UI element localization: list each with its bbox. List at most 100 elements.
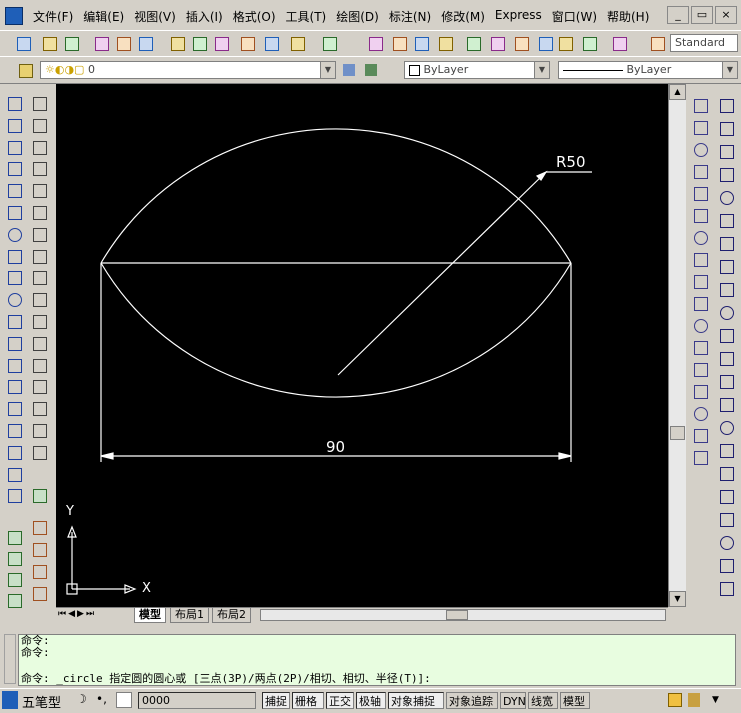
snap-endpoint-icon[interactable] xyxy=(691,140,709,158)
status-toggle-button[interactable]: 线宽 xyxy=(528,692,558,709)
snap-tangent-icon[interactable] xyxy=(691,294,709,312)
tolerance-icon[interactable] xyxy=(717,372,735,390)
dim-angular-icon[interactable] xyxy=(717,257,735,275)
command-window[interactable]: 命令: 命令: 命令: _circle 指定圆的圆心或 [三点(3P)/两点(2… xyxy=(18,634,736,686)
zoom-window-icon[interactable] xyxy=(412,34,430,52)
array-icon[interactable] xyxy=(30,181,48,199)
tab-navigation-arrows-icon[interactable]: ⏮◀▶⏭ xyxy=(58,609,96,619)
menu-item[interactable]: Express xyxy=(490,8,547,25)
gradient-icon[interactable] xyxy=(5,421,23,439)
region-icon[interactable] xyxy=(5,443,23,461)
snap-apparent-intersection-icon[interactable] xyxy=(691,206,709,224)
text-above-icon[interactable] xyxy=(5,591,23,609)
snap-midpoint-icon[interactable] xyxy=(691,162,709,180)
properties-icon[interactable] xyxy=(464,34,482,52)
rectangle-icon[interactable] xyxy=(5,181,23,199)
redo-icon[interactable] xyxy=(320,34,338,52)
scroll-up-arrow-icon[interactable]: ▲ xyxy=(669,84,686,100)
ime-moon-icon[interactable]: ☽ xyxy=(76,692,87,706)
status-toggle-button[interactable]: 对象追踪 xyxy=(446,692,498,709)
erase-icon[interactable] xyxy=(30,94,48,112)
menu-item[interactable]: 工具(T) xyxy=(281,8,332,25)
spline-icon[interactable] xyxy=(5,268,23,286)
mirror-icon[interactable] xyxy=(30,138,48,156)
menu-item[interactable]: 标注(N) xyxy=(384,8,436,25)
color-combo[interactable]: ByLayer ▼ xyxy=(404,61,550,79)
menu-item[interactable]: 文件(F) xyxy=(28,8,78,25)
linetype-combo[interactable]: ByLayer ▼ xyxy=(558,61,738,79)
autocad-app-icon[interactable] xyxy=(5,7,23,25)
dim-ordinate-icon[interactable] xyxy=(717,165,735,183)
status-menu-arrow-icon[interactable]: ▼ xyxy=(712,695,719,705)
dim-aligned-icon[interactable] xyxy=(717,119,735,137)
close-button[interactable]: × xyxy=(715,6,737,24)
center-mark-icon[interactable] xyxy=(717,395,735,413)
snap-extension-icon[interactable] xyxy=(691,228,709,246)
dim-text-edit-icon[interactable] xyxy=(717,441,735,459)
copy-icon[interactable] xyxy=(190,34,208,52)
fillet-icon[interactable] xyxy=(30,421,48,439)
insert-block-icon[interactable] xyxy=(5,334,23,352)
scale-icon[interactable] xyxy=(30,247,48,265)
text-style-combo[interactable]: Standard xyxy=(670,34,738,52)
match-properties-icon[interactable] xyxy=(238,34,256,52)
dim-text-icon[interactable] xyxy=(717,533,735,551)
point-icon[interactable] xyxy=(5,377,23,395)
hatch-icon[interactable] xyxy=(5,399,23,417)
snap-intersection-icon[interactable] xyxy=(691,184,709,202)
pan-icon[interactable] xyxy=(366,34,384,52)
sheet-set-icon[interactable] xyxy=(536,34,554,52)
draw-order-icon[interactable] xyxy=(5,528,23,546)
status-toggle-button[interactable]: 模型 xyxy=(560,692,590,709)
dim-style-control-icon[interactable] xyxy=(717,510,735,528)
menu-item[interactable]: 帮助(H) xyxy=(602,8,654,25)
layer-manager-icon[interactable] xyxy=(16,61,34,79)
design-center-icon[interactable] xyxy=(488,34,506,52)
break-at-point-icon[interactable] xyxy=(30,334,48,352)
ime-keyboard-icon[interactable] xyxy=(116,692,132,708)
dim-more-icon[interactable] xyxy=(717,579,735,597)
match-icon[interactable] xyxy=(30,584,48,602)
paste-icon[interactable] xyxy=(212,34,230,52)
snap-perpendicular-icon[interactable] xyxy=(691,316,709,334)
tab-layout1[interactable]: 布局1 xyxy=(170,608,209,623)
publish-icon[interactable] xyxy=(136,34,154,52)
quick-dim-icon[interactable] xyxy=(717,280,735,298)
ellipse-icon[interactable] xyxy=(5,290,23,308)
snap-nearest-icon[interactable] xyxy=(691,404,709,422)
snap-center-icon[interactable] xyxy=(691,250,709,268)
menu-item[interactable]: 绘图(D) xyxy=(331,8,384,25)
snap-from-icon[interactable] xyxy=(691,118,709,136)
layer-states-icon[interactable] xyxy=(30,486,48,504)
status-toggle-button[interactable]: 对象捕捉 xyxy=(388,692,444,709)
dim-radius-icon[interactable] xyxy=(717,188,735,206)
menu-item[interactable]: 插入(I) xyxy=(181,8,228,25)
edit-polyline-icon[interactable] xyxy=(30,562,48,580)
open-icon[interactable] xyxy=(40,34,58,52)
polygon-icon[interactable] xyxy=(5,159,23,177)
calculator-icon[interactable] xyxy=(580,34,598,52)
ime-mode-label[interactable]: 五笔型 xyxy=(22,692,61,711)
menu-item[interactable]: 修改(M) xyxy=(436,8,490,25)
bring-front-icon[interactable] xyxy=(5,549,23,567)
move-icon[interactable] xyxy=(30,203,48,221)
make-current-layer-icon[interactable] xyxy=(340,61,358,79)
dim-continue-icon[interactable] xyxy=(717,326,735,344)
dim-jogged-icon[interactable] xyxy=(717,211,735,229)
snap-temp-track-icon[interactable] xyxy=(691,96,709,114)
make-block-icon[interactable] xyxy=(5,356,23,374)
status-toggle-button[interactable]: 极轴 xyxy=(356,692,386,709)
layer-combo[interactable]: ☼◐◑▢ 0 ▼ xyxy=(40,61,336,79)
osnap-settings-icon[interactable] xyxy=(691,448,709,466)
snap-none-icon[interactable] xyxy=(691,426,709,444)
polyline-icon[interactable] xyxy=(5,138,23,156)
snap-insert-icon[interactable] xyxy=(691,360,709,378)
offset-icon[interactable] xyxy=(30,159,48,177)
command-window-grip[interactable] xyxy=(4,634,16,684)
ellipse-arc-icon[interactable] xyxy=(5,312,23,330)
zoom-realtime-icon[interactable] xyxy=(390,34,408,52)
snap-parallel-icon[interactable] xyxy=(691,338,709,356)
horizontal-scroll-thumb[interactable] xyxy=(446,610,468,620)
scroll-thumb[interactable] xyxy=(670,426,685,440)
dim-diameter-icon[interactable] xyxy=(717,234,735,252)
